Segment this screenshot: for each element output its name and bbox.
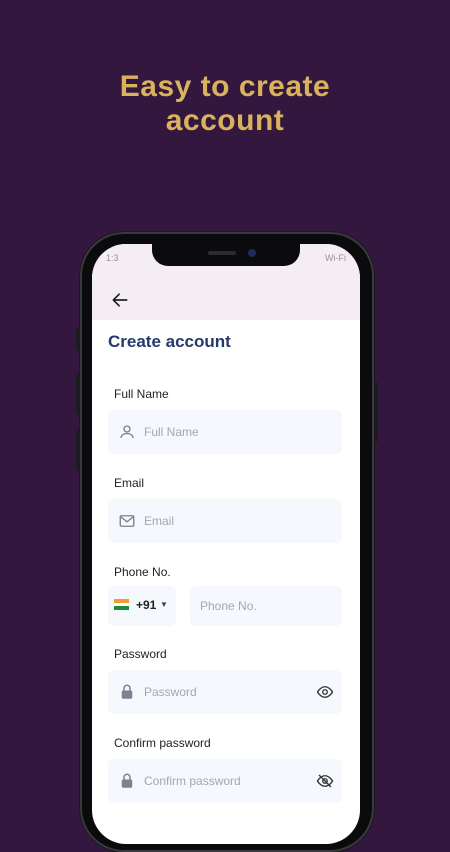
email-placeholder: Email (144, 514, 175, 528)
page-title: Create account (108, 332, 231, 351)
front-camera (248, 249, 256, 257)
full-name-placeholder: Full Name (144, 425, 199, 439)
password-label: Password (114, 647, 167, 661)
headline-line-2: account (165, 104, 285, 137)
phone-label: Phone No. (114, 565, 171, 579)
side-button-left-3 (76, 430, 80, 470)
mail-icon (119, 515, 135, 527)
eye-icon[interactable] (316, 683, 334, 701)
back-arrow-icon[interactable] (110, 290, 130, 310)
eye-off-icon[interactable] (316, 772, 334, 790)
status-time: 1:3 (106, 253, 119, 263)
confirm-password-field[interactable]: Confirm password (108, 759, 342, 803)
status-indicators: Wi-Fi (325, 253, 346, 263)
email-label: Email (114, 476, 145, 490)
india-flag-icon (114, 599, 129, 610)
person-icon (120, 425, 134, 439)
side-button-left-1 (76, 328, 80, 350)
app-bar: 1:3 Wi-Fi (92, 244, 360, 320)
full-name-field[interactable]: Full Name (108, 410, 342, 454)
notch (152, 244, 300, 266)
confirm-password-placeholder: Confirm password (144, 774, 241, 788)
full-name-label: Full Name (114, 387, 169, 401)
lock-icon (121, 773, 133, 788)
confirm-password-label: Confirm password (114, 736, 211, 750)
country-code: +91 (136, 598, 157, 612)
password-placeholder: Password (144, 685, 197, 699)
speaker-grille (208, 251, 236, 255)
headline: Easy to create account (0, 70, 450, 138)
country-code-selector[interactable]: +91 ▼ (108, 586, 176, 626)
side-button-right (374, 382, 378, 442)
side-button-left-2 (76, 374, 80, 414)
phone-placeholder: Phone No. (200, 599, 257, 613)
headline-line-1: Easy to create (119, 70, 331, 103)
password-field[interactable]: Password (108, 670, 342, 714)
phone-mockup: 1:3 Wi-Fi Create account Full Name Full … (76, 232, 378, 852)
email-field[interactable]: Email (108, 499, 342, 543)
phone-input[interactable]: Phone No. (190, 586, 342, 626)
phone-screen: 1:3 Wi-Fi Create account Full Name Full … (92, 244, 360, 844)
caret-down-icon: ▼ (160, 600, 168, 609)
lock-icon (121, 684, 133, 699)
